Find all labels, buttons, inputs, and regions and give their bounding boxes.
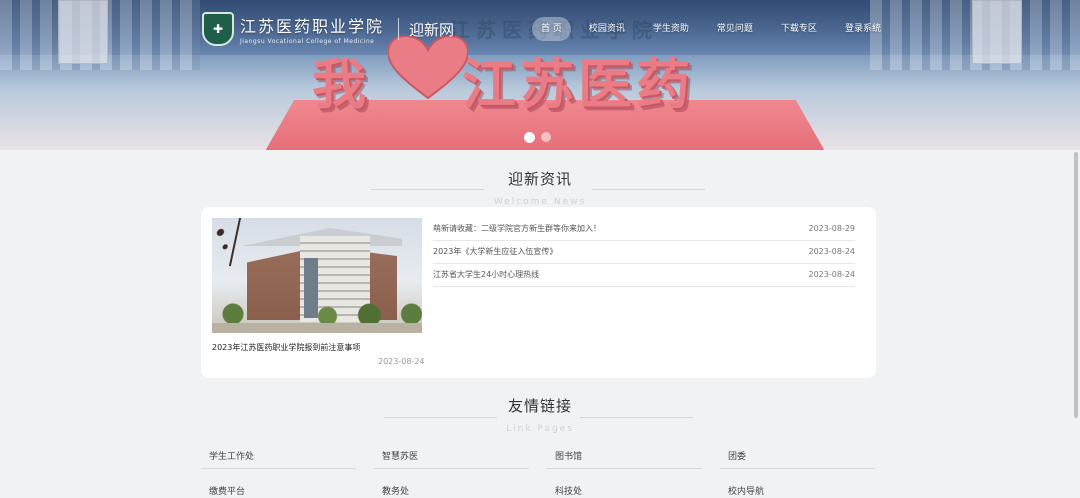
- school-logo-icon: ✚: [202, 12, 234, 46]
- link-science-tech[interactable]: 科技处: [547, 480, 702, 498]
- brand[interactable]: ✚ 江苏医药职业学院 Jiangsu Vocational College of…: [202, 12, 454, 46]
- link-student-affairs[interactable]: 学生工作处: [201, 445, 356, 469]
- brand-divider: [398, 18, 400, 40]
- carousel-dot-2[interactable]: [541, 132, 551, 142]
- news-section-subtitle: Welcome News: [493, 197, 587, 207]
- news-section-title: 迎新资讯: [507, 170, 572, 188]
- nav-downloads[interactable]: 下载专区: [771, 17, 827, 41]
- news-card: 2023年江苏医药职业学院报到前注意事项 2023-08-24 萌新请收藏：二级…: [201, 207, 876, 378]
- nav-student-aid[interactable]: 学生资助: [643, 17, 699, 41]
- school-name-en: Jiangsu Vocational College of Medicine: [240, 38, 375, 45]
- page-scrollbar[interactable]: [1072, 150, 1080, 498]
- news-section-heading: 迎新资讯 Welcome News: [0, 168, 1080, 208]
- news-item[interactable]: 萌新请收藏：二级学院官方新生群等你来加入！ 2023-08-29: [433, 218, 855, 241]
- subsite-title: 迎新网: [409, 20, 455, 39]
- feature-news-title[interactable]: 2023年江苏医药职业学院报到前注意事项: [212, 342, 360, 353]
- feature-news-date: 2023-08-24: [378, 357, 425, 366]
- link-campus-nav[interactable]: 校内导航: [720, 480, 875, 498]
- links-section-subtitle: Link Pages: [506, 424, 574, 434]
- slogan-left: 我: [312, 53, 370, 116]
- page: 江苏医药职业学院 我 江苏医药 ✚ 江苏医药职业学院 Jiangsu Vocati…: [0, 0, 1080, 498]
- nav-faq[interactable]: 常见问题: [707, 17, 763, 41]
- slogan-right: 江苏医药: [462, 53, 694, 116]
- links-section-heading: 友情链接 Link Pages: [0, 395, 1080, 435]
- main-nav: 首 页 校园资讯 学生资助 常见问题 下载专区 登录系统: [532, 17, 899, 41]
- school-name: 江苏医药职业学院: [240, 17, 385, 36]
- image-trees: [212, 303, 422, 325]
- link-smart-campus[interactable]: 智慧苏医: [374, 445, 529, 469]
- nav-campus-news[interactable]: 校园资讯: [579, 17, 635, 41]
- scrollbar-thumb[interactable]: [1074, 152, 1078, 418]
- news-item-title[interactable]: 萌新请收藏：二级学院官方新生群等你来加入！: [433, 218, 601, 240]
- image-ground: [212, 323, 422, 333]
- banner-pillar-right: [972, 0, 1022, 64]
- nav-login[interactable]: 登录系统: [835, 17, 891, 41]
- banner-pillar-left: [58, 0, 108, 64]
- news-item[interactable]: 江苏省大学生24小时心理热线 2023-08-24: [433, 264, 855, 287]
- carousel-dots: [524, 132, 551, 143]
- links-section-title: 友情链接: [507, 397, 572, 415]
- news-item-date: 2023-08-29: [808, 224, 856, 233]
- link-academic-affairs[interactable]: 教务处: [374, 480, 529, 498]
- link-payment[interactable]: 缴费平台: [201, 480, 356, 498]
- news-item-date: 2023-08-24: [808, 270, 856, 279]
- news-item-title[interactable]: 江苏省大学生24小时心理热线: [433, 264, 539, 286]
- link-library[interactable]: 图书馆: [547, 445, 702, 469]
- news-item[interactable]: 2023年《大学新生应征入伍宣传》 2023-08-24: [433, 241, 855, 264]
- banner-slogan: 我 江苏医药: [312, 40, 694, 119]
- feature-news-image[interactable]: [212, 218, 422, 333]
- image-branch: [212, 218, 242, 266]
- news-item-title[interactable]: 2023年《大学新生应征入伍宣传》: [433, 241, 557, 263]
- link-youth-league[interactable]: 团委: [720, 445, 875, 469]
- news-item-date: 2023-08-24: [808, 247, 856, 256]
- nav-home[interactable]: 首 页: [532, 17, 571, 41]
- hero-banner[interactable]: 江苏医药职业学院 我 江苏医药 ✚ 江苏医药职业学院 Jiangsu Vocati…: [0, 0, 1080, 150]
- news-list: 萌新请收藏：二级学院官方新生群等你来加入！ 2023-08-29 2023年《大…: [433, 218, 855, 287]
- carousel-dot-1[interactable]: [524, 132, 535, 143]
